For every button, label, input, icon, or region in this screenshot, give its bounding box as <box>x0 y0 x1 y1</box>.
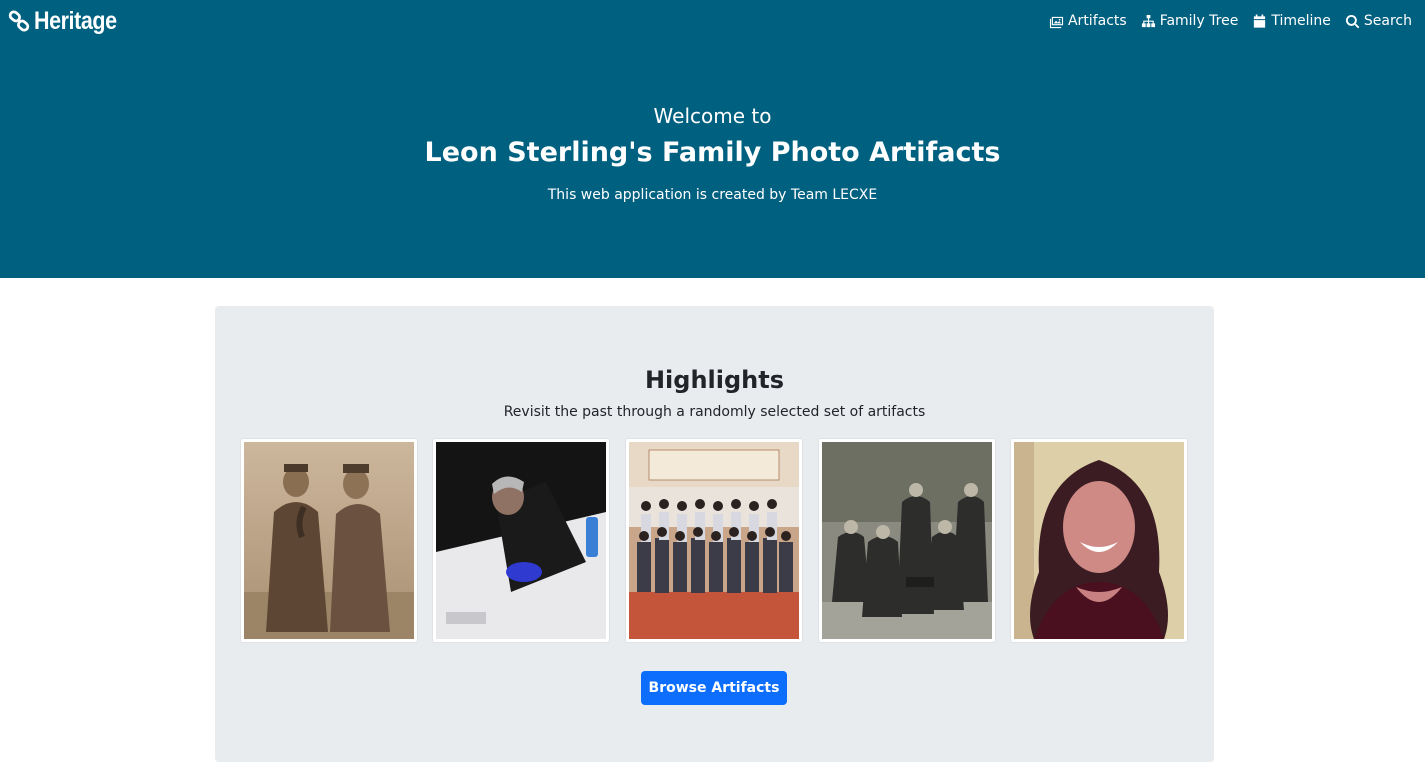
hero-title: Leon Sterling's Family Photo Artifacts <box>424 137 1001 168</box>
highlights-title: Highlights <box>644 366 785 394</box>
family-group-bw-photo[interactable] <box>818 438 996 643</box>
brand-logo[interactable]: Heritage <box>8 6 130 36</box>
photo-image <box>1014 442 1184 639</box>
nav-artifacts-label: Artifacts <box>1067 13 1127 29</box>
group-photo-conference[interactable] <box>625 438 803 643</box>
photo-image <box>822 442 992 639</box>
two-men-sepia-photo[interactable] <box>240 438 418 643</box>
photo-image <box>244 442 414 639</box>
nav-search[interactable]: Search <box>1345 13 1412 29</box>
calendar-icon <box>1254 13 1266 28</box>
sitemap-icon <box>1141 14 1155 27</box>
nav-family-tree-label: Family Tree <box>1159 13 1239 29</box>
images-icon <box>1049 16 1064 28</box>
hero-subtitle: This web application is created by Team … <box>547 187 878 203</box>
brand-name: Heritage <box>34 6 117 35</box>
nav-artifacts[interactable]: Artifacts <box>1049 13 1127 29</box>
nav-search-label: Search <box>1363 13 1412 29</box>
link-icon <box>8 10 30 32</box>
man-signing-document-photo[interactable] <box>432 438 610 643</box>
smiling-woman-portrait-photo[interactable] <box>1010 438 1188 643</box>
hero-welcome: Welcome to <box>653 104 772 128</box>
nav-timeline[interactable]: Timeline <box>1252 13 1331 29</box>
nav-timeline-label: Timeline <box>1271 13 1331 29</box>
hero-banner: Heritage Artifacts Family Tree Timeline <box>0 0 1425 278</box>
photo-image <box>629 442 799 639</box>
photo-image <box>436 442 606 639</box>
nav-family-tree[interactable]: Family Tree <box>1141 13 1239 29</box>
browse-artifacts-button[interactable]: Browse Artifacts <box>641 671 787 705</box>
highlights-panel: Highlights Revisit the past through a ra… <box>215 306 1214 762</box>
main-nav: Artifacts Family Tree Timeline Search <box>1049 11 1412 31</box>
search-icon <box>1345 14 1360 28</box>
highlights-subtitle: Revisit the past through a randomly sele… <box>503 404 926 420</box>
